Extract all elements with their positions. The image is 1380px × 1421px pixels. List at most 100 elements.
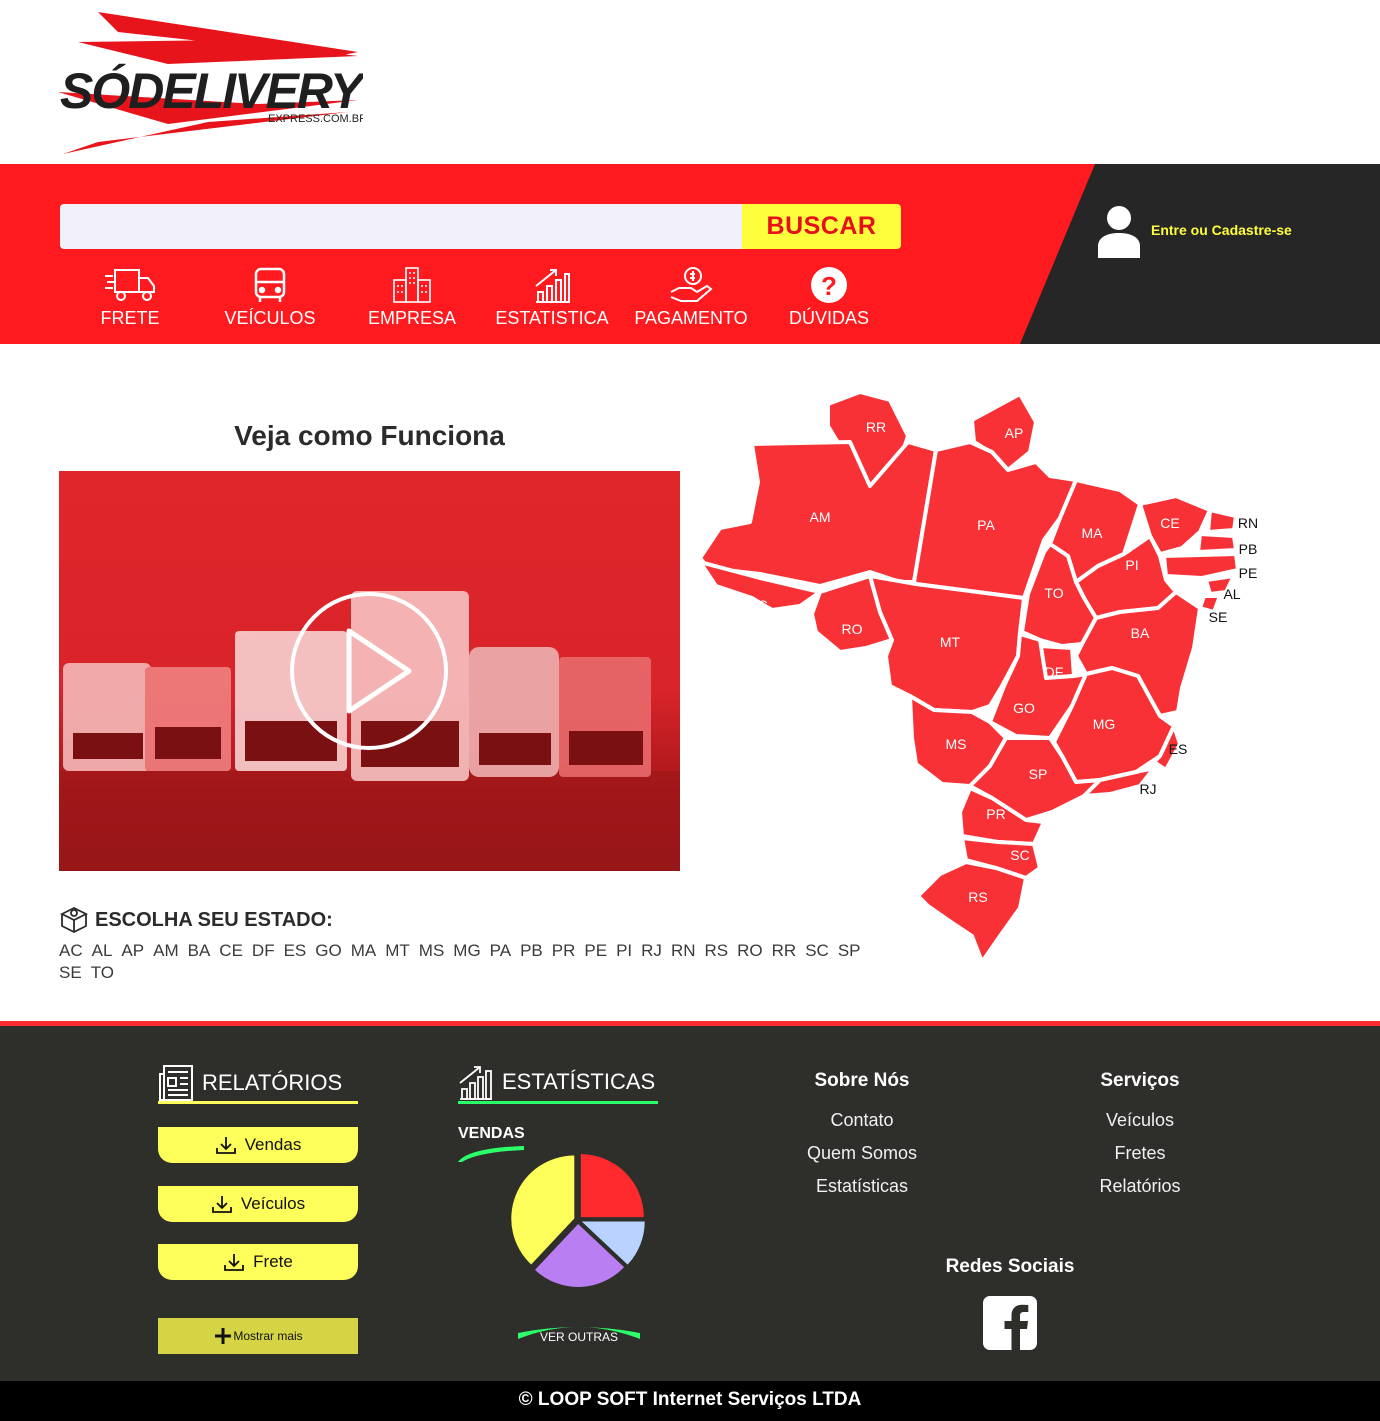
show-more-label: Mostrar mais <box>233 1329 303 1343</box>
truck-fast-icon <box>105 269 155 301</box>
bus-icon <box>254 267 286 302</box>
map-label-to: TO <box>1044 585 1063 601</box>
footer-link-estatisticas[interactable]: Estatísticas <box>762 1176 962 1197</box>
nav-label: EMPRESA <box>367 308 457 328</box>
state-link[interactable]: MA <box>351 940 377 962</box>
nav-pagamento[interactable]: PAGAMENTO <box>621 266 761 336</box>
nav-label: FRETE <box>100 308 160 328</box>
plus-icon <box>215 1328 232 1344</box>
map-label-ba: BA <box>1131 625 1150 641</box>
social-column: Redes Sociais <box>910 1256 1110 1350</box>
state-link[interactable]: MG <box>453 940 480 962</box>
logo-subtext: EXPRESS.COM.BR <box>268 113 363 125</box>
footer-link-fretes[interactable]: Fretes <box>1040 1143 1240 1164</box>
state-link[interactable]: MT <box>385 940 410 962</box>
search-input[interactable] <box>60 204 742 249</box>
building-icon <box>393 267 431 303</box>
see-more-stats-button[interactable]: VER OUTRAS <box>518 1321 640 1347</box>
state-link[interactable]: PR <box>552 940 576 962</box>
map-state-pb[interactable] <box>1196 532 1238 554</box>
brand-logo[interactable]: SÓDELIVERY EXPRESS.COM.BR <box>58 12 363 154</box>
state-link[interactable]: PB <box>520 940 543 962</box>
state-link[interactable]: ES <box>284 940 307 962</box>
see-more-label: VER OUTRAS <box>539 1330 618 1344</box>
video-player[interactable] <box>59 471 680 871</box>
map-label-sp: SP <box>1029 766 1048 782</box>
state-link[interactable]: PA <box>490 940 511 962</box>
login-label: Entre ou Cadastre-se <box>1151 222 1292 238</box>
state-link[interactable]: PE <box>584 940 607 962</box>
nav-empresa[interactable]: EMPRESA <box>342 266 482 336</box>
map-state-rn[interactable] <box>1206 508 1238 534</box>
state-link[interactable]: CE <box>219 940 243 962</box>
show-more-button[interactable]: Mostrar mais <box>158 1318 358 1354</box>
map-label-pr: PR <box>986 806 1005 822</box>
logo-text: SÓDELIVERY <box>60 63 363 119</box>
map-label-am: AM <box>810 509 831 525</box>
state-link[interactable]: DF <box>252 940 275 962</box>
nav-veiculos[interactable]: VEÍCULOS <box>200 266 340 336</box>
footer-link-quem-somos[interactable]: Quem Somos <box>762 1143 962 1164</box>
map-label-es: ES <box>1169 741 1188 757</box>
question-icon: ? <box>811 267 847 303</box>
map-label-rj: RJ <box>1139 781 1156 797</box>
nav-label: ESTATISTICA <box>495 308 609 328</box>
map-state-pe[interactable] <box>1162 552 1240 580</box>
bar-chart-icon <box>459 1065 492 1100</box>
money-hand-icon <box>670 267 713 302</box>
map-label-ro: RO <box>842 621 863 637</box>
user-icon <box>1098 206 1140 258</box>
state-link[interactable]: BA <box>188 940 211 962</box>
trucks-thumbnail <box>59 591 680 871</box>
footer-link-contato[interactable]: Contato <box>762 1110 962 1131</box>
state-link[interactable]: AC <box>59 940 83 962</box>
report-freight-button[interactable]: Frete <box>158 1244 358 1280</box>
social-title: Redes Sociais <box>945 1256 1075 1277</box>
nav-label: DÚVIDAS <box>788 308 869 328</box>
state-chooser-label: ESCOLHA SEU ESTADO: <box>95 908 333 931</box>
state-link[interactable]: AM <box>153 940 179 962</box>
map-label-ac: AC <box>748 597 767 613</box>
chart-title: VENDAS <box>458 1125 525 1142</box>
login-link[interactable]: Entre ou Cadastre-se <box>1098 204 1338 260</box>
nav-label: PAGAMENTO <box>634 308 748 328</box>
bar-chart-icon <box>535 269 570 303</box>
stats-title: ESTATÍSTICAS <box>502 1068 656 1094</box>
services-title: Serviços <box>1100 1070 1180 1091</box>
nav-frete[interactable]: FRETE <box>60 266 200 336</box>
map-label-ms: MS <box>946 736 967 752</box>
footer: RELATÓRIOS Vendas Veículos Frete Mostrar… <box>0 1021 1380 1381</box>
map-label-se: SE <box>1209 609 1228 625</box>
reports-title: RELATÓRIOS <box>202 1069 343 1095</box>
stats-heading: ESTATÍSTICAS <box>458 1062 658 1104</box>
search-button[interactable]: BUSCAR <box>742 204 901 249</box>
report-sales-button[interactable]: Vendas <box>158 1127 358 1163</box>
state-link[interactable]: SE <box>59 962 82 984</box>
report-sales-label: Vendas <box>244 1135 302 1154</box>
facebook-icon[interactable] <box>983 1296 1037 1350</box>
map-label-sc: SC <box>1010 847 1029 863</box>
state-link[interactable]: GO <box>315 940 341 962</box>
sales-pie-chart <box>511 1154 645 1287</box>
map-label-al: AL <box>1223 586 1240 602</box>
footer-link-relatorios[interactable]: Relatórios <box>1040 1176 1240 1197</box>
report-vehicles-button[interactable]: Veículos <box>158 1186 358 1222</box>
nav-estatistica[interactable]: ESTATISTICA <box>482 266 622 336</box>
state-link[interactable]: TO <box>91 962 114 984</box>
footer-link-veiculos[interactable]: Veículos <box>1040 1110 1240 1131</box>
map-state-rs[interactable] <box>916 860 1028 964</box>
state-link[interactable]: MS <box>419 940 445 962</box>
state-link[interactable]: RJ <box>641 940 662 962</box>
map-label-pb: PB <box>1239 541 1258 557</box>
state-link[interactable]: RN <box>671 940 696 962</box>
state-link[interactable]: AP <box>121 940 144 962</box>
nav-label: VEÍCULOS <box>224 308 316 328</box>
download-icon <box>211 1196 232 1213</box>
state-link[interactable]: AL <box>92 940 113 962</box>
state-link[interactable]: PI <box>616 940 632 962</box>
about-column: Sobre Nós Contato Quem Somos Estatística… <box>762 1070 962 1197</box>
map-label-rs: RS <box>968 889 987 905</box>
reports-heading: RELATÓRIOS <box>158 1064 358 1104</box>
report-freight-label: Frete <box>253 1252 293 1271</box>
nav-duvidas[interactable]: ? DÚVIDAS <box>759 266 899 336</box>
